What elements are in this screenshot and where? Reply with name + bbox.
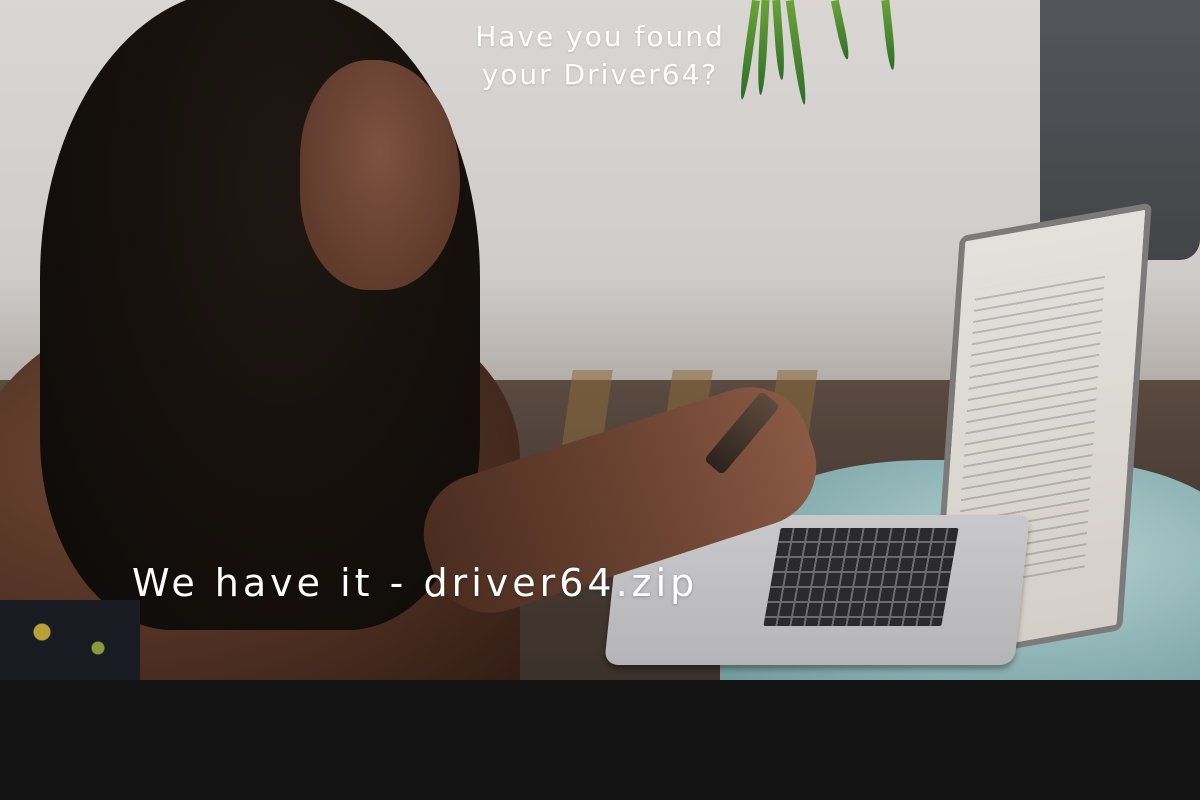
hero-title-line2: your Driver64? — [481, 58, 719, 91]
photo-laptop-keyboard — [763, 528, 959, 626]
hero-tagline: We have it - driver64.zip — [132, 561, 699, 605]
footer-band — [0, 680, 1200, 800]
hero-title-line1: Have you found — [475, 20, 725, 53]
hero-title: Have you found your Driver64? — [450, 18, 750, 94]
photo-plant — [738, 0, 905, 106]
photo-dress — [0, 600, 140, 680]
hero-section: Have you found your Driver64? We have it… — [0, 0, 1200, 680]
